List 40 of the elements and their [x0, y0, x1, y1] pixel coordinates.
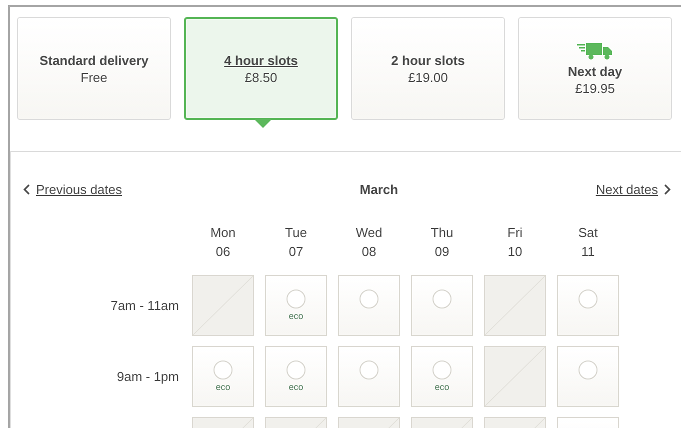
- eco-label: eco: [216, 382, 230, 392]
- next-dates-link[interactable]: Next dates: [596, 182, 671, 197]
- radio-icon: [359, 360, 379, 380]
- day-header: Mon 06: [209, 224, 237, 261]
- chevron-left-icon: [23, 184, 30, 195]
- previous-dates-link[interactable]: Previous dates: [23, 182, 122, 197]
- eco-label: eco: [288, 382, 304, 392]
- delivery-slot[interactable]: [557, 275, 619, 336]
- delivery-slot[interactable]: eco: [265, 346, 327, 407]
- truck-icon: [577, 42, 613, 60]
- delivery-slot[interactable]: [338, 346, 400, 407]
- delivery-option[interactable]: Next day £19.95: [518, 17, 672, 120]
- delivery-slot[interactable]: eco: [411, 346, 473, 407]
- delivery-slot[interactable]: [338, 275, 400, 336]
- radio-icon: [213, 360, 233, 380]
- delivery-option[interactable]: 2 hour slots £19.00: [351, 17, 505, 120]
- eco-label: eco: [288, 311, 304, 321]
- radio-icon: [432, 289, 452, 309]
- delivery-slot[interactable]: eco: [265, 275, 327, 336]
- day-header: Wed 08: [354, 224, 384, 261]
- pointer-icon: [254, 119, 272, 128]
- delivery-slot[interactable]: eco: [192, 346, 254, 407]
- day-header: Sat 11: [577, 224, 599, 261]
- radio-icon: [286, 289, 306, 309]
- day-header: Thu 09: [430, 224, 454, 261]
- delivery-slot[interactable]: [411, 275, 473, 336]
- radio-icon: [286, 360, 306, 380]
- radio-icon: [578, 289, 598, 309]
- radio-icon: [432, 360, 452, 380]
- time-label: 7am - 11am: [110, 298, 180, 313]
- radio-icon: [359, 289, 379, 309]
- day-header: Fri 10: [506, 224, 524, 261]
- eco-label: eco: [434, 382, 450, 392]
- chevron-right-icon: [664, 184, 671, 195]
- month-label: March: [360, 182, 398, 197]
- delivery-slot[interactable]: [557, 346, 619, 407]
- radio-icon: [578, 360, 598, 380]
- time-label: 9am - 1pm: [116, 369, 180, 384]
- day-header: Tue 07: [284, 224, 308, 261]
- delivery-option[interactable]: Standard delivery Free: [17, 17, 171, 120]
